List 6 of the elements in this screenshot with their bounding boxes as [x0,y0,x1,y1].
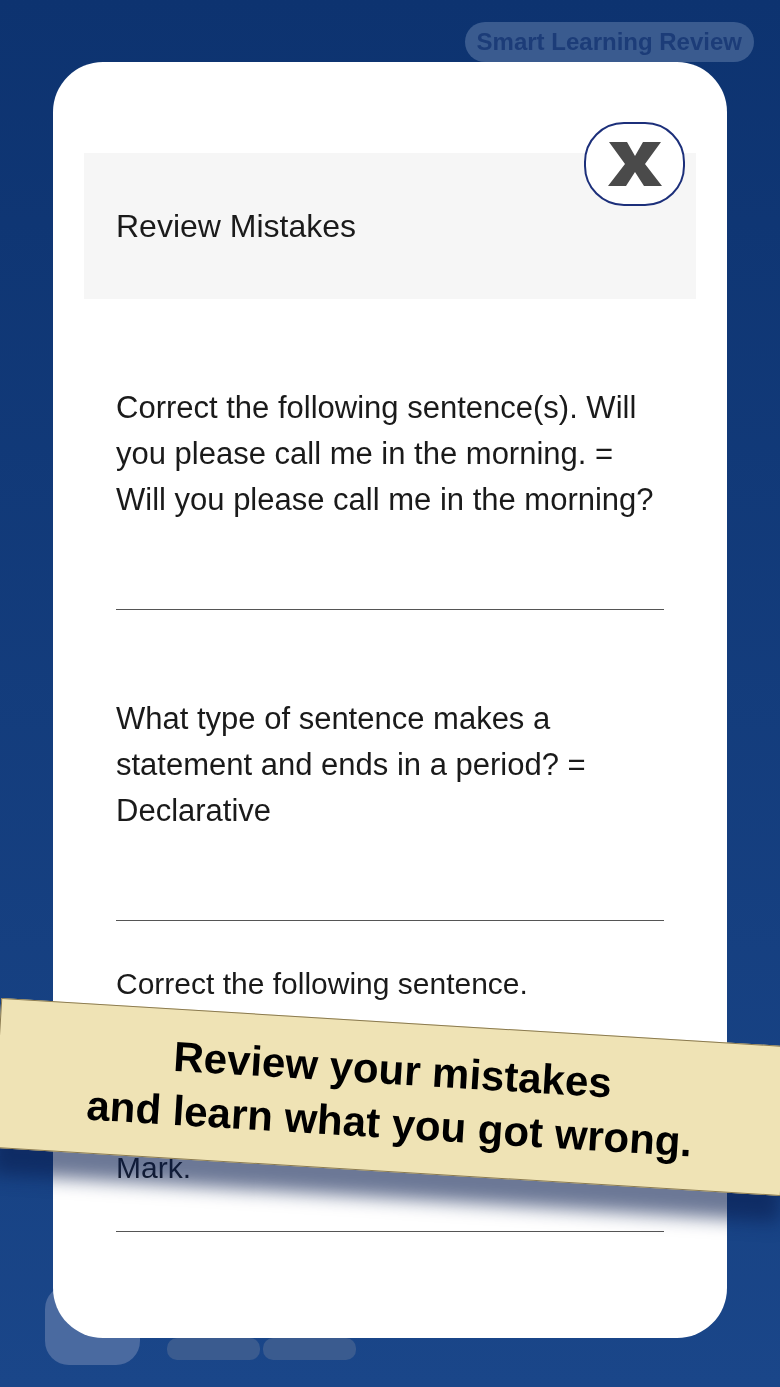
question-answer-text: Correct the following sentence. [116,966,528,1002]
question-answer-text: What type of sentence makes a statement and ends in a period? = Declarative [116,700,587,830]
question-answer-text: Mark. [116,1150,192,1186]
modal-title: Review Mistakes [116,207,357,246]
question-answer-text: Correct the following sentence(s). Will you please call me in the morning. = Will you please call me in the morning? [116,389,655,519]
close-icon [606,140,663,188]
